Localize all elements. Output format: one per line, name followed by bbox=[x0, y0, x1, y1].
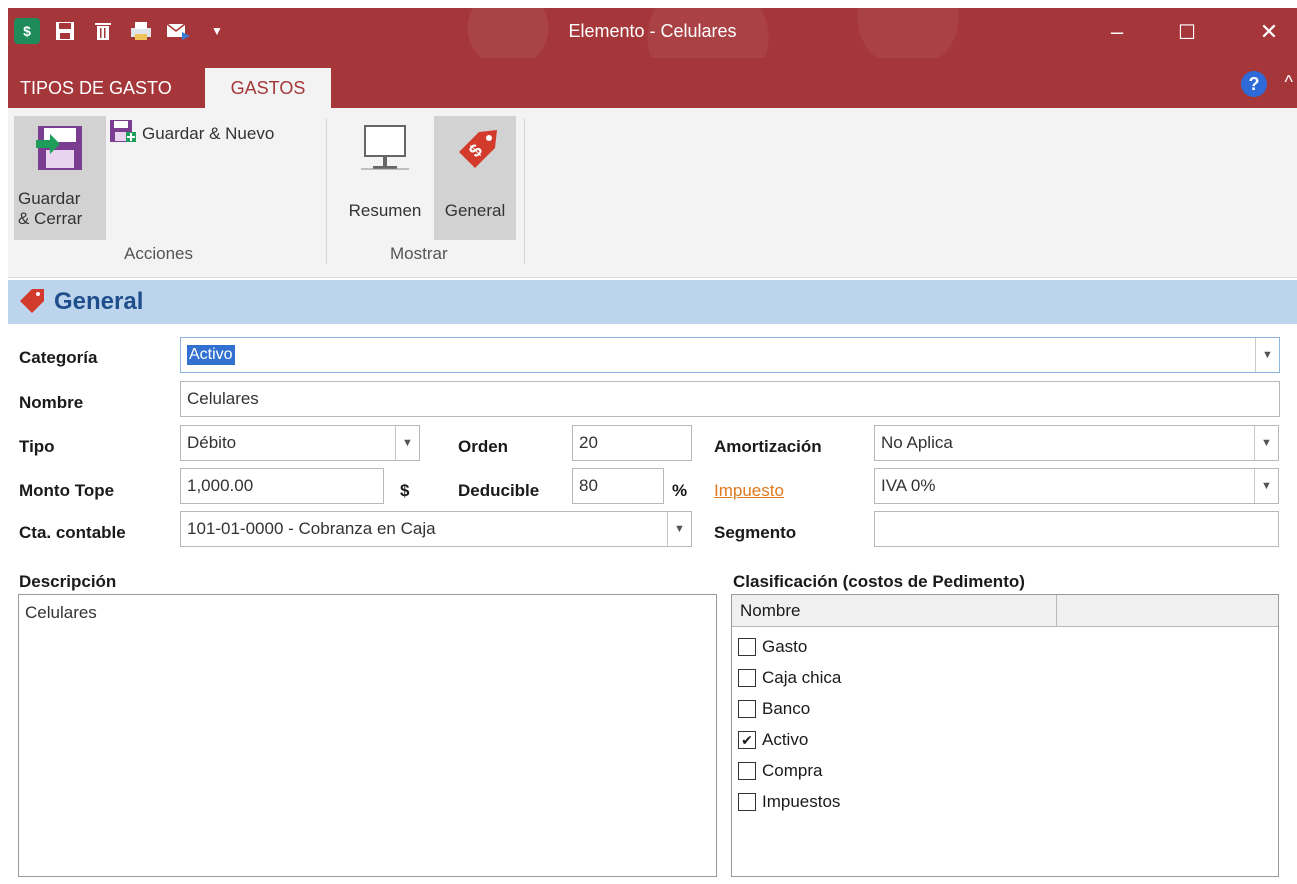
orden-input[interactable] bbox=[573, 433, 691, 453]
list-item[interactable]: Impuestos bbox=[738, 786, 1272, 817]
tab-gastos[interactable]: GASTOS bbox=[205, 68, 331, 108]
list-item-label: Activo bbox=[762, 729, 809, 749]
orden-label: Orden bbox=[458, 437, 509, 456]
group-separator bbox=[524, 118, 525, 264]
nombre-input[interactable] bbox=[181, 389, 1279, 409]
grid-list: Gasto Caja chica Banco ✔ Activo Compra Im… bbox=[732, 627, 1278, 821]
monitor-icon bbox=[355, 122, 415, 183]
group-mostrar: Mostrar bbox=[390, 244, 448, 263]
deducible-label: Deducible bbox=[458, 481, 540, 500]
chevron-down-icon[interactable]: ▼ bbox=[1255, 338, 1279, 372]
guardar-nuevo-button[interactable]: Guardar & Nuevo bbox=[108, 118, 274, 149]
impuesto-select[interactable]: IVA 0% ▼ bbox=[874, 468, 1279, 504]
checkbox[interactable] bbox=[738, 637, 756, 656]
list-item[interactable]: ✔ Activo bbox=[738, 724, 1272, 755]
nombre-field[interactable] bbox=[180, 381, 1280, 417]
chevron-down-icon[interactable]: ▼ bbox=[667, 512, 691, 546]
list-item[interactable]: Caja chica bbox=[738, 662, 1272, 693]
checkbox-checked[interactable]: ✔ bbox=[738, 730, 756, 749]
ribbon: Guardar & Cerrar Guardar & Nuevo Accione… bbox=[8, 108, 1297, 278]
column-header-empty bbox=[1057, 595, 1278, 626]
guardar-cerrar-label: Guardar & Cerrar bbox=[18, 189, 83, 228]
group-acciones: Acciones bbox=[124, 244, 193, 263]
segmento-input[interactable] bbox=[875, 519, 1278, 539]
help-icon[interactable]: ? bbox=[1241, 71, 1267, 97]
chevron-down-icon[interactable]: ▼ bbox=[1254, 469, 1278, 503]
descripcion-textarea[interactable]: Celulares bbox=[18, 594, 717, 877]
list-item-label: Gasto bbox=[762, 636, 808, 656]
categoria-label: Categoría bbox=[19, 348, 98, 367]
cta-contable-label: Cta. contable bbox=[19, 523, 126, 542]
list-item-label: Impuestos bbox=[762, 791, 841, 811]
section-header: General bbox=[8, 280, 1297, 324]
price-tag-icon bbox=[16, 285, 46, 320]
resumen-label: Resumen bbox=[348, 201, 422, 220]
amortizacion-select[interactable]: No Aplica ▼ bbox=[874, 425, 1279, 461]
monto-tope-input[interactable] bbox=[181, 476, 383, 496]
grid-header: Nombre bbox=[732, 595, 1278, 627]
save-new-icon bbox=[108, 118, 138, 149]
chevron-down-icon[interactable]: ▼ bbox=[395, 426, 419, 460]
checkbox[interactable] bbox=[738, 699, 756, 718]
list-item[interactable]: Gasto bbox=[738, 631, 1272, 662]
column-header-nombre[interactable]: Nombre bbox=[732, 595, 1057, 626]
group-separator bbox=[326, 118, 327, 264]
tipo-select[interactable]: Débito ▼ bbox=[180, 425, 420, 461]
monto-tope-field[interactable] bbox=[180, 468, 384, 504]
list-item-label: Caja chica bbox=[762, 667, 842, 687]
maximize-button[interactable]: ☐ bbox=[1167, 16, 1207, 48]
title-bar: $ ▼ Elemento - Celulares – ☐ ✕ bbox=[8, 8, 1297, 58]
list-item[interactable]: Compra bbox=[738, 755, 1272, 786]
percent-unit: % bbox=[672, 481, 688, 500]
minimize-button[interactable]: – bbox=[1097, 16, 1137, 48]
checkbox[interactable] bbox=[738, 792, 756, 811]
impuesto-link[interactable]: Impuesto bbox=[714, 481, 784, 501]
general-button[interactable]: $ General bbox=[434, 116, 516, 240]
clasificacion-label: Clasificación (costos de Pedimento) bbox=[733, 572, 1025, 591]
price-tag-icon: $ bbox=[445, 122, 505, 183]
segmento-field[interactable] bbox=[874, 511, 1279, 547]
general-label: General bbox=[444, 201, 506, 220]
cta-contable-select[interactable]: 101-01-0000 - Cobranza en Caja ▼ bbox=[180, 511, 692, 547]
monto-tope-label: Monto Tope bbox=[19, 481, 115, 500]
tab-tipos-de-gasto[interactable]: TIPOS DE GASTO bbox=[8, 68, 184, 108]
nombre-label: Nombre bbox=[19, 393, 84, 412]
list-item[interactable]: Banco bbox=[738, 693, 1272, 724]
amortizacion-value: No Aplica bbox=[881, 433, 953, 452]
chevron-down-icon[interactable]: ▼ bbox=[1254, 426, 1278, 460]
close-button[interactable]: ✕ bbox=[1249, 16, 1289, 48]
currency-unit: $ bbox=[400, 481, 410, 500]
list-item-label: Banco bbox=[762, 698, 811, 718]
descripcion-label: Descripción bbox=[19, 572, 117, 591]
segmento-label: Segmento bbox=[714, 523, 797, 542]
deducible-input[interactable] bbox=[573, 476, 663, 496]
ribbon-tabs: TIPOS DE GASTO GASTOS ? ^ bbox=[8, 58, 1297, 108]
checkbox[interactable] bbox=[738, 668, 756, 687]
list-item-label: Compra bbox=[762, 760, 823, 780]
tipo-value: Débito bbox=[187, 433, 237, 452]
guardar-nuevo-label: Guardar & Nuevo bbox=[142, 123, 275, 143]
clasificacion-grid: Nombre Gasto Caja chica Banco ✔ Activo Co… bbox=[731, 594, 1279, 877]
amortizacion-label: Amortización bbox=[714, 437, 822, 456]
guardar-cerrar-button[interactable]: Guardar & Cerrar bbox=[14, 116, 106, 240]
save-close-icon bbox=[34, 122, 86, 179]
deducible-field[interactable] bbox=[572, 468, 664, 504]
resumen-button[interactable]: Resumen bbox=[340, 116, 430, 240]
orden-field[interactable] bbox=[572, 425, 692, 461]
categoria-select[interactable]: Activo ▼ bbox=[180, 337, 1280, 373]
categoria-value: Activo bbox=[187, 345, 235, 365]
cta-contable-value: 101-01-0000 - Cobranza en Caja bbox=[187, 519, 436, 538]
checkbox[interactable] bbox=[738, 761, 756, 780]
section-title: General bbox=[54, 288, 144, 315]
impuesto-value: IVA 0% bbox=[881, 476, 936, 495]
tipo-label: Tipo bbox=[19, 437, 55, 456]
collapse-ribbon-icon[interactable]: ^ bbox=[1285, 72, 1293, 93]
